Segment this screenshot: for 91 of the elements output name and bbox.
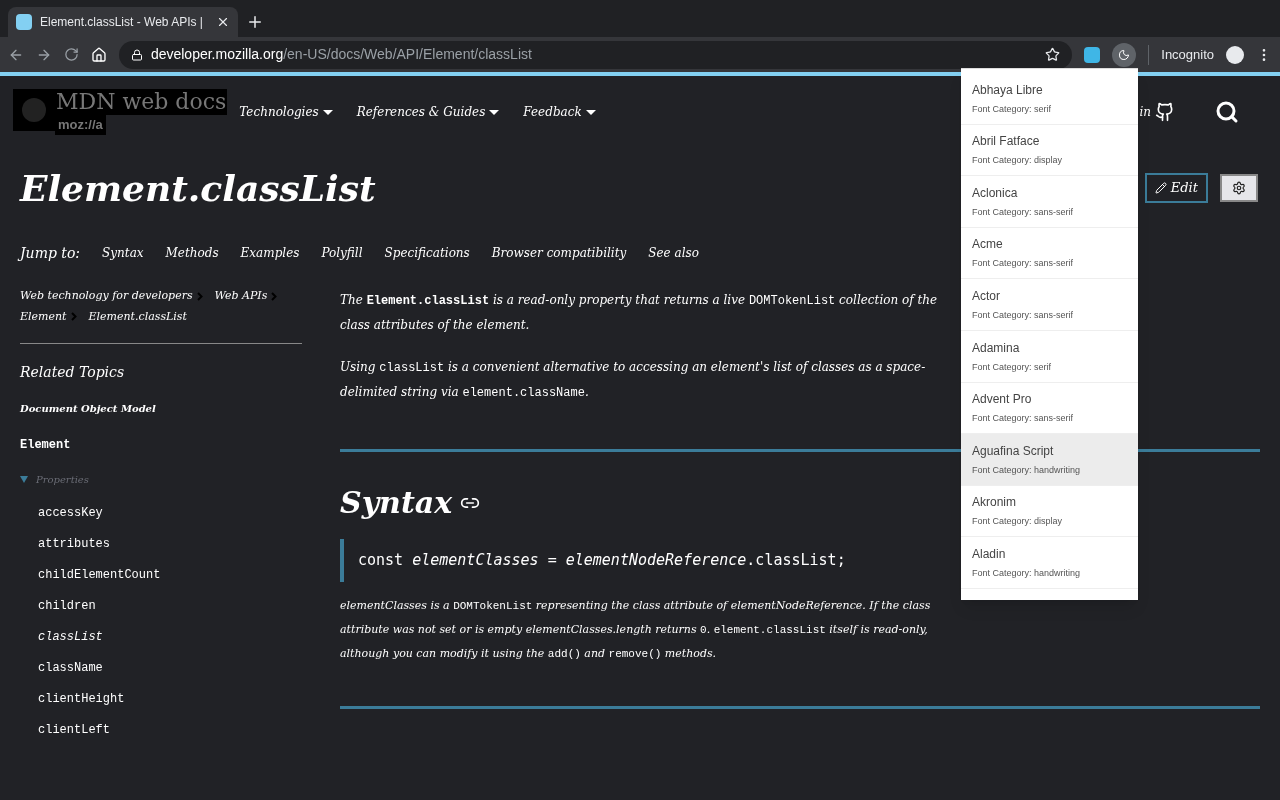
chevron-icon: [271, 291, 278, 301]
chevron-icon: [70, 312, 77, 322]
address-bar[interactable]: developer.mozilla.org/en-US/docs/Web/API/Element/classList: [118, 40, 1073, 69]
jump-link[interactable]: Polyfill: [321, 244, 363, 262]
font-category: Font Category: sans-serif: [972, 257, 1075, 271]
font-option[interactable]: Advent Pro Font Category: sans-serif: [961, 382, 1138, 435]
sidebar-link[interactable]: attributes: [20, 528, 302, 559]
logo-subtitle: moz://a: [55, 115, 106, 135]
caret-icon: [322, 109, 333, 115]
pencil-icon: [1154, 182, 1167, 194]
nav-menu[interactable]: Technologies: [239, 103, 333, 121]
font-category: Font Category: handwriting: [972, 463, 1082, 477]
font-name: Akronim: [972, 494, 1017, 512]
font-option[interactable]: Abril Fatface Font Category: display: [961, 124, 1138, 177]
close-icon[interactable]: [216, 15, 230, 29]
lock-icon: [130, 48, 143, 61]
settings-button[interactable]: [1220, 174, 1258, 202]
home-icon[interactable]: [90, 46, 107, 63]
search-icon[interactable]: [1215, 100, 1239, 124]
star-icon[interactable]: [1045, 47, 1061, 62]
github-icon[interactable]: [1155, 102, 1175, 122]
browser-tab[interactable]: Element.classList - Web APIs |: [8, 7, 238, 37]
mdn-logo[interactable]: MDN web docs moz://a: [13, 89, 228, 135]
font-option[interactable]: Aguafina Script Font Category: handwriting: [961, 434, 1138, 486]
moon-icon[interactable]: [1112, 42, 1137, 67]
sidebar-link[interactable]: clientHeight: [20, 683, 302, 714]
font-name: Aguafina Script: [972, 442, 1055, 460]
font-name: Abhaya Libre: [972, 81, 1044, 99]
font-option[interactable]: Acme Font Category: sans-serif: [961, 227, 1138, 280]
nav-menu[interactable]: References & Guides: [356, 103, 500, 121]
font-name: Aclonica: [972, 184, 1019, 202]
font-name: Actor: [972, 287, 1001, 305]
font-category: Font Category: display: [972, 515, 1064, 529]
page-title: Element.classList: [20, 166, 376, 211]
font-name: Aladin: [972, 545, 1007, 563]
body-paragraph: Using classList is a convenient alternative to accessing an element's list of classes as a space-delimited string via element.className.: [340, 359, 927, 402]
body-paragraph: elementClasses is a DOMTokenList representing the class attribute of elementNodeReference. If the class attribute was not set or is empty elementClasses.length returns 0. element.classList itself is read-only, although you can modify it using the add() and remove() methods.: [340, 597, 932, 662]
font-category: Font Category: serif: [972, 360, 1053, 374]
font-name: Advent Pro: [972, 391, 1033, 409]
jump-link[interactable]: Browser compatibility: [491, 244, 627, 262]
breadcrumb-link[interactable]: Element.classList: [88, 308, 187, 325]
sidebar-link[interactable]: Element: [20, 436, 302, 454]
jump-link[interactable]: Methods: [165, 244, 219, 262]
font-option[interactable]: Abhaya Libre Font Category: serif: [961, 73, 1138, 125]
chevron-icon: [196, 291, 203, 301]
font-option[interactable]: Akronim Font Category: display: [961, 485, 1138, 538]
font-category: Font Category: serif: [972, 102, 1053, 116]
reload-icon[interactable]: [63, 47, 79, 62]
breadcrumb-link[interactable]: Element: [20, 308, 67, 325]
font-category: Font Category: sans-serif: [972, 412, 1075, 426]
section-heading: Syntax: [340, 484, 453, 522]
font-name: Abril Fatface: [972, 133, 1041, 151]
jump-link[interactable]: Examples: [240, 244, 300, 262]
jump-link[interactable]: See also: [648, 244, 699, 262]
sidebar-link[interactable]: className: [20, 652, 302, 683]
caret-icon: [489, 109, 500, 115]
font-name: Adamina: [972, 339, 1021, 357]
font-category: Font Category: display: [972, 154, 1064, 168]
sidebar-link[interactable]: childElementCount: [20, 559, 302, 590]
favicon-icon: [16, 14, 32, 30]
body-paragraph: The Element.classList is a read-only property that returns a live DOMTokenList collection of the class attributes of the element.: [340, 292, 939, 334]
code-line: const elementClasses = elementNodeReference.classList;: [358, 550, 846, 571]
sidebar-link[interactable]: clientLeft: [20, 714, 302, 745]
caret-icon: [585, 109, 596, 115]
font-option[interactable]: Aclonica Font Category: sans-serif: [961, 176, 1138, 228]
sidebar-link[interactable]: accessKey: [20, 497, 302, 528]
font-category: Font Category: sans-serif: [972, 205, 1075, 219]
sidebar-link[interactable]: children: [20, 590, 302, 621]
tab-title: Element.classList - Web APIs |: [40, 14, 204, 31]
font-category: Font Category: handwriting: [972, 566, 1082, 580]
breadcrumb-link[interactable]: Web APIs: [214, 288, 268, 305]
jump-link[interactable]: Specifications: [384, 244, 470, 262]
logo-title: MDN web docs: [55, 89, 228, 116]
breadcrumb-link[interactable]: Web technology for developers: [20, 288, 193, 305]
signin-link[interactable]: in: [1139, 103, 1151, 121]
font-option[interactable]: Actor Font Category: sans-serif: [961, 279, 1138, 331]
new-tab-icon[interactable]: [246, 13, 264, 31]
jump-link[interactable]: Syntax: [102, 244, 144, 262]
font-category: Font Category: sans-serif: [972, 308, 1075, 322]
font-option[interactable]: Adamina Font Category: serif: [961, 330, 1138, 383]
sidebar-link[interactable]: classList: [20, 621, 302, 652]
font-name: Acme: [972, 236, 1004, 254]
sidebar-heading: Related Topics: [20, 363, 126, 382]
extension-icon[interactable]: [1084, 46, 1101, 63]
edit-button[interactable]: Edit: [1144, 173, 1208, 203]
font-option[interactable]: Aladin Font Category: handwriting: [961, 537, 1138, 589]
profile-label[interactable]: Incognito: [1161, 44, 1215, 65]
nav-menu[interactable]: Feedback: [523, 103, 596, 121]
gear-icon: [1232, 181, 1246, 195]
sidebar-link[interactable]: Document Object Model: [20, 401, 302, 416]
url-text: developer.mozilla.org/en-US/docs/Web/API/Element/classList: [150, 45, 532, 64]
